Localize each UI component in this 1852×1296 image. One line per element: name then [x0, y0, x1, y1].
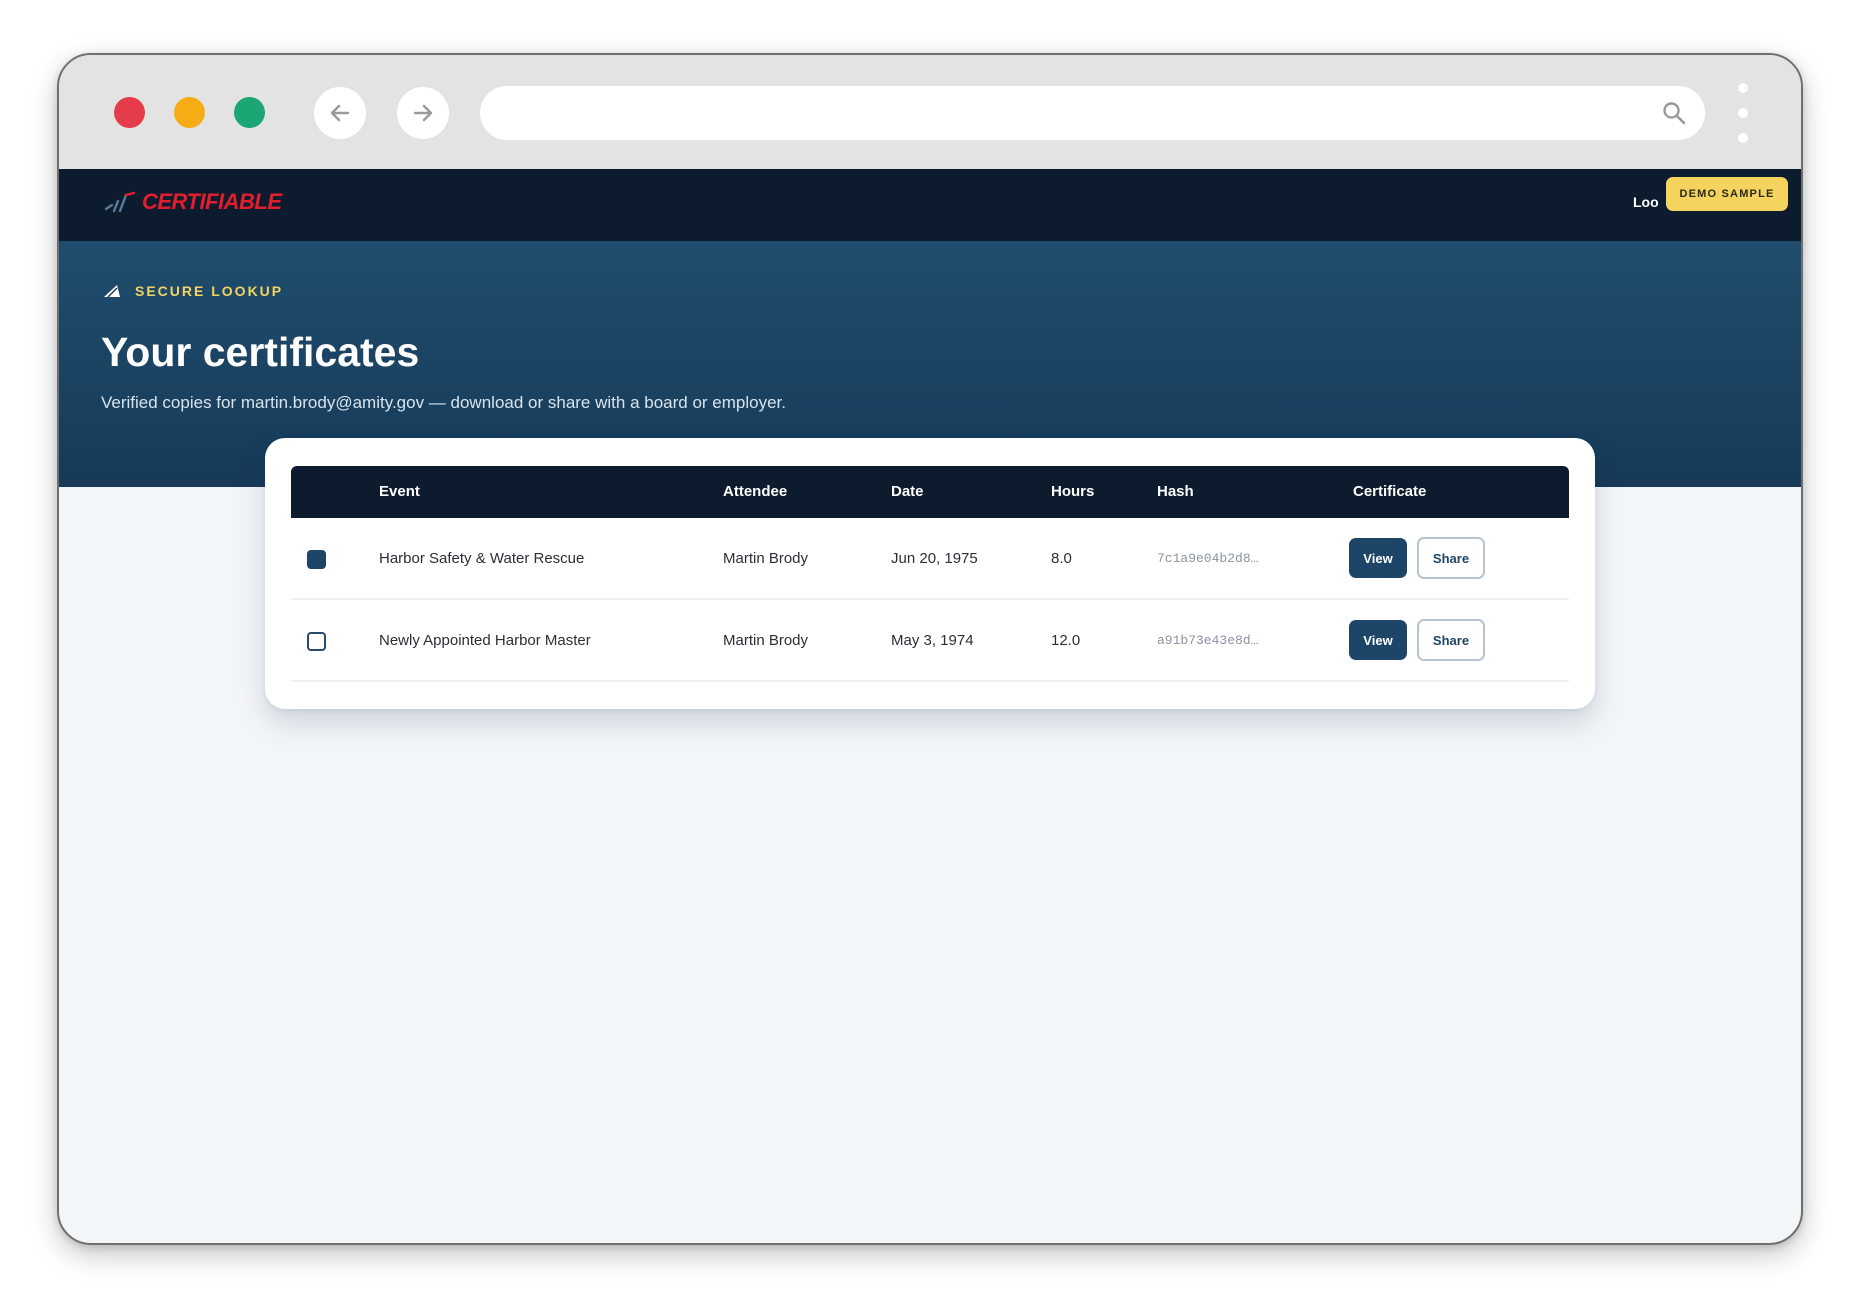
page-title: Your certificates — [101, 329, 420, 375]
cell-hours: 12.0 — [1051, 632, 1081, 649]
column-header-hash: Hash — [1157, 483, 1194, 500]
back-button[interactable] — [314, 87, 366, 139]
kebab-dot — [1738, 108, 1748, 118]
cell-attendee: Martin Brody — [723, 632, 809, 649]
site-logo[interactable]: CERTIFIABLE — [104, 189, 282, 215]
row-checkbox[interactable] — [307, 550, 326, 569]
cell-hash: a91b73e43e8d… — [1157, 633, 1259, 648]
browser-toolbar — [59, 55, 1801, 169]
share-certificate-button[interactable]: Share — [1417, 537, 1485, 579]
cell-date: Jun 20, 1975 — [891, 550, 978, 567]
browser-window: CERTIFIABLE Loo DEMO SAMPLE SECURE LOOKU… — [57, 53, 1803, 1245]
kebab-dot — [1738, 133, 1748, 143]
web-page: CERTIFIABLE Loo DEMO SAMPLE SECURE LOOKU… — [59, 169, 1801, 1243]
column-header-certificate: Certificate — [1353, 483, 1427, 500]
certificates-card: Event Attendee Date Hours Hash Certifica… — [265, 438, 1595, 709]
demo-sample-badge: DEMO SAMPLE — [1666, 177, 1788, 211]
share-certificate-button[interactable]: Share — [1417, 619, 1485, 661]
cell-event: Newly Appointed Harbor Master — [379, 632, 591, 649]
view-certificate-button[interactable]: View — [1349, 620, 1407, 660]
shark-fin-icon — [104, 285, 120, 298]
logo-text: CERTIFIABLE — [142, 189, 282, 214]
cell-event: Harbor Safety & Water Rescue — [379, 550, 585, 567]
row-checkbox[interactable] — [307, 632, 326, 651]
close-window-button[interactable] — [114, 97, 145, 128]
table-header: Event Attendee Date Hours Hash Certifica… — [291, 466, 1569, 518]
eyebrow: SECURE LOOKUP — [103, 283, 283, 299]
cell-hours: 8.0 — [1051, 550, 1072, 567]
column-header-date: Date — [891, 483, 924, 500]
browser-menu-button[interactable] — [1735, 83, 1751, 143]
forward-button[interactable] — [397, 87, 449, 139]
site-header: CERTIFIABLE Loo DEMO SAMPLE — [59, 169, 1801, 241]
minimize-window-button[interactable] — [174, 97, 205, 128]
address-bar[interactable] — [480, 86, 1705, 140]
table-row: Newly Appointed Harbor Master Martin Bro… — [291, 600, 1569, 682]
cell-date: May 3, 1974 — [891, 632, 974, 649]
cell-attendee: Martin Brody — [723, 550, 809, 567]
maximize-window-button[interactable] — [234, 97, 265, 128]
column-header-hours: Hours — [1051, 483, 1095, 500]
nav-lookup-link[interactable]: Loo — [1633, 194, 1659, 210]
certificates-table: Event Attendee Date Hours Hash Certifica… — [291, 466, 1569, 682]
column-header-attendee: Attendee — [723, 483, 788, 500]
page-subtitle: Verified copies for martin.brody@amity.g… — [101, 393, 786, 412]
cell-hash: 7c1a9e04b2d8… — [1157, 551, 1259, 566]
eyebrow-text: SECURE LOOKUP — [135, 283, 284, 299]
view-certificate-button[interactable]: View — [1349, 538, 1407, 578]
column-header-event: Event — [379, 483, 420, 500]
arrow-left-icon — [330, 104, 350, 122]
table-row: Harbor Safety & Water Rescue Martin Brod… — [291, 518, 1569, 600]
kebab-menu-icon — [1738, 83, 1748, 93]
arrow-right-icon — [413, 104, 433, 122]
logo-mark-icon — [104, 191, 136, 213]
search-icon[interactable] — [1661, 100, 1687, 126]
